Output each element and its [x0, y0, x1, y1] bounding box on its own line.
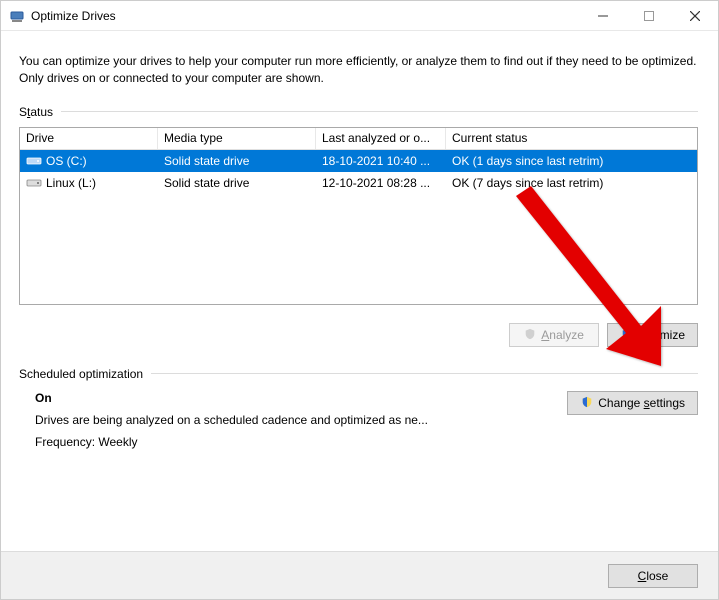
description-text: You can optimize your drives to help you…	[19, 53, 698, 87]
close-button[interactable]: Close	[608, 564, 698, 588]
close-window-button[interactable]	[672, 1, 718, 31]
drive-media-type: Solid state drive	[158, 154, 316, 168]
minimize-button[interactable]	[580, 1, 626, 31]
change-settings-button[interactable]: Change settings	[567, 391, 698, 415]
scheduled-block: On Drives are being analyzed on a schedu…	[35, 391, 698, 457]
app-icon	[9, 8, 25, 24]
drive-icon	[26, 177, 42, 189]
drive-current-status: OK (7 days since last retrim)	[446, 176, 697, 190]
drive-name: OS (C:)	[46, 154, 87, 168]
shield-icon	[523, 328, 537, 342]
drive-current-status: OK (1 days since last retrim)	[446, 154, 697, 168]
drive-name: Linux (L:)	[46, 176, 96, 190]
scheduled-label: Scheduled optimization	[19, 367, 143, 381]
drive-row[interactable]: Linux (L:) Solid state drive12-10-2021 08…	[20, 172, 697, 194]
action-button-row: Analyze Optimize	[19, 323, 698, 347]
main-content: You can optimize your drives to help you…	[1, 31, 718, 551]
drive-last-analyzed: 12-10-2021 08:28 ...	[316, 176, 446, 190]
shield-icon	[620, 328, 634, 342]
scheduled-description: Drives are being analyzed on a scheduled…	[35, 413, 515, 427]
column-media-type[interactable]: Media type	[158, 128, 316, 149]
column-current-status[interactable]: Current status	[446, 128, 697, 149]
scheduled-header: Scheduled optimization	[19, 367, 698, 381]
bottom-bar: Close	[1, 551, 718, 599]
analyze-button: Analyze	[509, 323, 599, 347]
drive-last-analyzed: 18-10-2021 10:40 ...	[316, 154, 446, 168]
drives-list[interactable]: Drive Media type Last analyzed or o... C…	[19, 127, 698, 305]
drives-column-headers[interactable]: Drive Media type Last analyzed or o... C…	[20, 128, 697, 150]
column-drive[interactable]: Drive	[20, 128, 158, 149]
scheduled-state: On	[35, 391, 567, 405]
window-title: Optimize Drives	[31, 9, 116, 23]
maximize-button[interactable]	[626, 1, 672, 31]
drive-icon	[26, 155, 42, 167]
status-label: Status	[19, 105, 53, 119]
title-bar: Optimize Drives	[1, 1, 718, 31]
drive-row[interactable]: OS (C:) Solid state drive18-10-2021 10:40…	[20, 150, 697, 172]
status-header: Status	[19, 105, 698, 119]
scheduled-frequency: Frequency: Weekly	[35, 435, 567, 449]
drive-media-type: Solid state drive	[158, 176, 316, 190]
shield-icon	[580, 396, 594, 410]
column-last-analyzed[interactable]: Last analyzed or o...	[316, 128, 446, 149]
optimize-button[interactable]: Optimize	[607, 323, 698, 347]
